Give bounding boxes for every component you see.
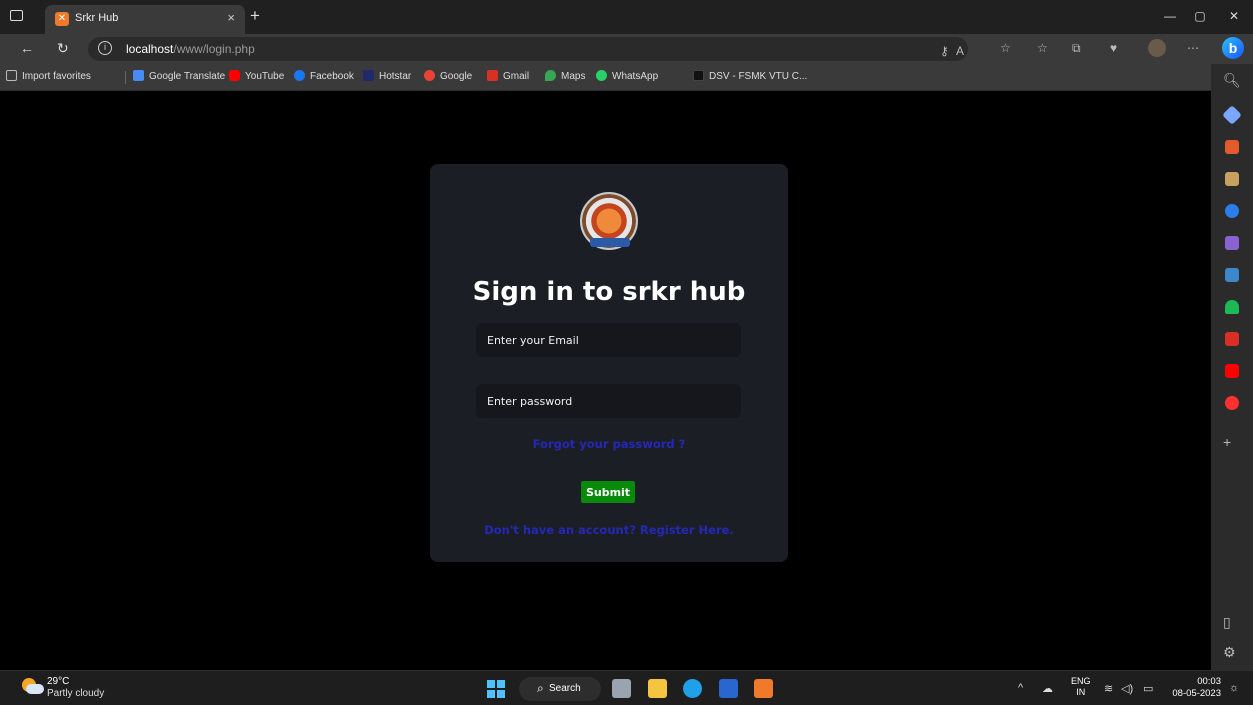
password-field[interactable]	[476, 384, 741, 418]
bookmark-whatsapp[interactable]: WhatsApp	[596, 70, 658, 82]
bookmark-separator	[125, 71, 126, 84]
browser-essentials-icon[interactable]: ♥	[1110, 41, 1117, 55]
restore-button[interactable]: ▢	[1190, 9, 1210, 23]
new-tab-button[interactable]: +	[250, 6, 260, 26]
partly-cloudy-icon[interactable]	[22, 678, 44, 696]
taskbar-search-box[interactable]: ⌕ Search	[519, 677, 601, 701]
onedrive-cloud-icon[interactable]: ☁	[1042, 682, 1053, 695]
google-translate-icon	[133, 70, 144, 81]
close-window-button[interactable]: ✕	[1224, 9, 1244, 23]
add-favorite-icon[interactable]: ☆	[1000, 41, 1011, 55]
add-sidebar-app-icon[interactable]: +	[1223, 434, 1231, 450]
games-icon[interactable]	[1225, 172, 1239, 186]
submit-button[interactable]: Submit	[581, 481, 635, 503]
bookmark-dsv[interactable]: DSV - FSMK VTU C...	[693, 70, 807, 82]
key-icon[interactable]: ⚷	[940, 44, 949, 58]
youtube-icon	[229, 70, 240, 81]
sidebar-settings-icon[interactable]: ⚙	[1223, 644, 1236, 661]
site-info-icon[interactable]: i	[98, 41, 112, 55]
collections-icon[interactable]: ⧉	[1072, 41, 1081, 56]
tab-actions-icon[interactable]	[10, 10, 23, 21]
gmail-icon	[487, 70, 498, 81]
tree-icon[interactable]	[1225, 300, 1239, 314]
address-bar[interactable]: i localhost/www/login.php ⚷ A	[88, 37, 968, 61]
battery-icon[interactable]: ▭	[1143, 682, 1153, 695]
browser-tab[interactable]: ✕ Srkr Hub ×	[45, 5, 245, 34]
edge-browser-icon[interactable]	[683, 679, 702, 698]
favorites-icon[interactable]: ☆	[1037, 41, 1048, 55]
notifications-icon[interactable]: ☼	[1229, 682, 1239, 694]
tab-close-button[interactable]: ×	[227, 10, 235, 25]
search-label: Search	[549, 683, 581, 694]
bookmark-hotstar[interactable]: Hotstar	[363, 70, 411, 82]
windows-taskbar: 29°C Partly cloudy ⌕ Search ^ ☁ ENG IN ≋ …	[0, 670, 1253, 705]
windows-start-icon[interactable]	[487, 680, 505, 698]
email-field[interactable]	[476, 323, 741, 357]
refresh-icon[interactable]: ↻	[57, 40, 69, 57]
language-indicator[interactable]: ENG IN	[1071, 676, 1091, 698]
hotstar-icon	[363, 70, 374, 81]
file-explorer-icon[interactable]	[648, 679, 667, 698]
hide-sidebar-icon[interactable]: ▯	[1223, 614, 1231, 631]
xampp-icon[interactable]	[754, 679, 773, 698]
weather-temperature[interactable]: 29°C	[47, 676, 69, 687]
login-heading: Sign in to srkr hub	[472, 277, 746, 307]
system-clock[interactable]: 00:03 08-05-2023	[1167, 676, 1221, 700]
profile-avatar[interactable]	[1148, 39, 1166, 57]
dsv-icon	[693, 70, 704, 81]
page-viewport: Sign in to srkr hub Forgot your password…	[0, 91, 1211, 670]
forgot-password-link[interactable]: Forgot your password ?	[430, 437, 788, 451]
favorites-bar: Import favorites Google Translate YouTub…	[0, 64, 1253, 91]
browser-title-bar: ✕ Srkr Hub × + — ▢ ✕	[0, 0, 1253, 34]
bookmark-google[interactable]: Google	[424, 70, 472, 82]
bookmark-maps[interactable]: Maps	[545, 70, 585, 82]
volume-icon[interactable]: ◁)	[1121, 682, 1133, 695]
bookmark-facebook[interactable]: Facebook	[294, 70, 354, 82]
edge-sidebar: 🔍︎ + ▯ ⚙	[1211, 64, 1253, 670]
tab-title: Srkr Hub	[75, 12, 119, 24]
login-card: Sign in to srkr hub Forgot your password…	[430, 164, 788, 562]
register-link[interactable]: Don't have an account? Register Here.	[430, 523, 788, 537]
weather-condition[interactable]: Partly cloudy	[47, 688, 104, 699]
music-icon[interactable]	[1225, 396, 1239, 410]
maps-icon	[545, 70, 556, 81]
logo-ribbon	[590, 238, 630, 247]
facebook-icon	[294, 70, 305, 81]
read-aloud-icon[interactable]: A	[956, 44, 964, 58]
more-options-icon[interactable]: ⋯	[1187, 41, 1199, 55]
youtube-sidebar-icon[interactable]	[1225, 364, 1239, 378]
microsoft-365-icon[interactable]	[1225, 204, 1239, 218]
import-icon	[6, 70, 17, 81]
back-arrow-icon[interactable]: ←	[20, 40, 34, 56]
college-logo	[580, 192, 638, 250]
shopping-tag-icon[interactable]	[1222, 105, 1242, 125]
search-icon: ⌕	[537, 681, 544, 695]
bookmark-youtube[interactable]: YouTube	[229, 70, 284, 82]
url-text[interactable]: localhost/www/login.php	[126, 42, 255, 56]
bing-chat-icon[interactable]: b	[1222, 37, 1244, 59]
wifi-icon[interactable]: ≋	[1104, 682, 1113, 695]
show-hidden-icons-chevron-icon[interactable]: ^	[1018, 682, 1023, 694]
google-icon	[424, 70, 435, 81]
drop-icon[interactable]	[1225, 268, 1239, 282]
navigation-bar: ← ↻ i localhost/www/login.php ⚷ A ☆ ☆ ⧉ …	[0, 34, 1253, 64]
designer-icon[interactable]	[1225, 236, 1239, 250]
microsoft-store-icon[interactable]	[719, 679, 738, 698]
bookmark-gmail[interactable]: Gmail	[487, 70, 529, 82]
task-view-icon[interactable]	[612, 679, 631, 698]
whatsapp-icon	[596, 70, 607, 81]
bookmark-google-translate[interactable]: Google Translate	[133, 70, 225, 82]
tools-icon[interactable]	[1225, 140, 1239, 154]
bookmark-import-favorites[interactable]: Import favorites	[6, 70, 91, 82]
search-icon[interactable]: 🔍︎	[1223, 72, 1241, 89]
minimize-button[interactable]: —	[1160, 9, 1180, 23]
xampp-favicon-icon: ✕	[55, 12, 69, 26]
gmail-sidebar-icon[interactable]	[1225, 332, 1239, 346]
